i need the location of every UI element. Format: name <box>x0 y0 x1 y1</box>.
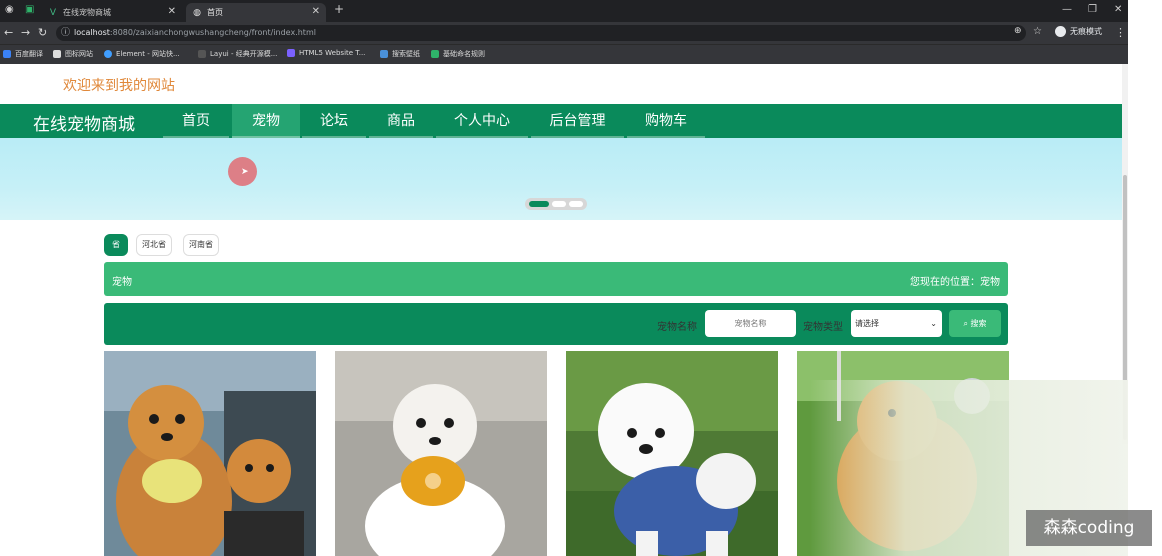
area-tab-province[interactable]: 省 <box>104 234 128 256</box>
close-icon[interactable]: ✕ <box>312 6 320 17</box>
brand-title: 在线宠物商城 <box>33 115 135 135</box>
nav-profile[interactable]: 个人中心 <box>436 104 528 138</box>
close-icon[interactable]: ✕ <box>168 6 176 17</box>
incognito-label: 无痕模式 <box>1070 27 1102 36</box>
address-bar-row: ← → ↻ ⓘ localhost:8080/zaixianchongwusha… <box>0 22 1162 44</box>
nav-label: 购物车 <box>645 113 687 129</box>
bookmark-label: 基础命名规则 <box>443 50 485 58</box>
current-location: 您现在的位置：宠物 <box>910 277 1000 288</box>
pet-card[interactable] <box>335 351 547 556</box>
new-tab-button[interactable]: + <box>334 2 344 16</box>
pet-type-select[interactable]: 请选择 ⌄ <box>851 310 942 337</box>
nav-label: 商品 <box>387 113 415 129</box>
page-margin <box>1128 0 1162 556</box>
url-path: :8080/zaixianchongwushangcheng/front/ind… <box>109 28 316 37</box>
carousel-dot[interactable] <box>529 201 549 207</box>
main-nav: 在线宠物商城 首页 宠物 论坛 商品 个人中心 后台管理 购物车 <box>0 104 1122 138</box>
nav-label: 个人中心 <box>454 113 510 129</box>
back-icon[interactable]: ← <box>4 26 13 39</box>
url-field[interactable]: ⓘ localhost:8080/zaixianchongwushangchen… <box>56 25 1026 41</box>
area-tab-hebei[interactable]: 河北省 <box>136 234 172 256</box>
bookmark-item[interactable]: Layui - 经典开源模... <box>198 49 277 59</box>
search-button[interactable]: ⌕ 搜索 <box>949 310 1001 337</box>
bookmarks-bar: 百度翻译 图标网站 Element - 网站快... Layui - 经典开源模… <box>0 44 1162 64</box>
tab-label: 首页 <box>207 8 223 17</box>
tab-label: 在线宠物商城 <box>63 8 111 17</box>
bookmark-item[interactable]: 百度翻译 <box>3 49 43 59</box>
nav-label: 论坛 <box>320 113 348 129</box>
reload-icon[interactable]: ↻ <box>38 26 47 39</box>
bookmark-item[interactable]: 搜索壁纸 <box>380 49 420 59</box>
bookmark-star-icon[interactable]: ☆ <box>1033 26 1042 37</box>
zoom-icon[interactable]: ⊕ <box>1014 26 1022 36</box>
nav-label: 后台管理 <box>549 113 606 129</box>
bookmark-item[interactable]: HTML5 Website T... <box>287 49 365 57</box>
browser-tab-bar: ◉ ▣ V 在线宠物商城 ✕ ◍ 首页 ✕ + — ❐ ✕ <box>0 0 1162 22</box>
globe-icon: ◍ <box>193 7 201 18</box>
search-icon: ⌕ <box>963 319 968 328</box>
incognito-indicator[interactable]: 无痕模式 <box>1055 26 1102 37</box>
chevron-down-icon: ⌄ <box>930 319 937 328</box>
bookmark-label: 图标网站 <box>65 50 93 58</box>
cursor-icon: ➤ <box>241 167 249 177</box>
site-info-icon[interactable]: ⓘ <box>61 25 70 41</box>
incognito-icon <box>1055 26 1066 37</box>
bookmark-label: Layui - 经典开源模... <box>210 50 278 58</box>
saved-tab-icon[interactable]: ▣ <box>25 4 34 15</box>
area-tab-henan[interactable]: 河南省 <box>183 234 219 256</box>
nav-admin[interactable]: 后台管理 <box>531 104 624 138</box>
minimize-icon[interactable]: — <box>1062 4 1072 15</box>
bookmark-item[interactable]: 基础命名规则 <box>431 49 485 59</box>
pet-card[interactable] <box>566 351 778 556</box>
nav-home[interactable]: 首页 <box>163 104 229 138</box>
watermark: 森森coding <box>1026 510 1152 546</box>
nav-pets[interactable]: 宠物 <box>232 104 300 138</box>
select-value: 请选择 <box>855 319 879 328</box>
carousel-dot[interactable] <box>552 201 566 207</box>
pet-type-label: 宠物类型 <box>803 322 843 333</box>
html5-icon <box>287 49 295 57</box>
window-close-icon[interactable]: ✕ <box>1114 4 1122 15</box>
carousel-indicators <box>525 198 587 210</box>
section-title: 宠物 <box>112 277 132 288</box>
flag-icon <box>53 50 61 58</box>
restore-icon[interactable]: ❐ <box>1088 4 1097 15</box>
wallpaper-icon <box>380 50 388 58</box>
nav-cart[interactable]: 购物车 <box>627 104 705 138</box>
carousel-banner[interactable]: ➤ <box>0 138 1122 220</box>
bookmark-label: Element - 网站快... <box>116 50 180 58</box>
search-button-label: 搜索 <box>970 319 987 328</box>
bookmark-item[interactable]: Element - 网站快... <box>104 49 180 59</box>
url-host: localhost <box>74 28 110 37</box>
pet-image <box>104 351 316 556</box>
translate-icon <box>3 50 11 58</box>
more-menu-icon[interactable]: ⋮ <box>1115 26 1126 39</box>
nav-products[interactable]: 商品 <box>369 104 433 138</box>
nav-label: 宠物 <box>252 113 280 129</box>
nav-label: 首页 <box>182 113 210 129</box>
browser-menu-icon[interactable]: ◉ <box>5 4 14 15</box>
carousel-dot[interactable] <box>569 201 583 207</box>
forward-icon[interactable]: → <box>21 26 30 39</box>
pet-card[interactable] <box>104 351 316 556</box>
naming-icon <box>431 50 439 58</box>
tab-home[interactable]: ◍ 首页 ✕ <box>186 3 326 22</box>
bookmark-label: 搜索壁纸 <box>392 50 420 58</box>
nav-forum[interactable]: 论坛 <box>302 104 366 138</box>
pet-image <box>335 351 547 556</box>
bookmark-label: HTML5 Website T... <box>299 49 366 57</box>
tab-pet-mall[interactable]: V 在线宠物商城 ✕ <box>42 3 182 22</box>
bookmark-item[interactable]: 图标网站 <box>53 49 93 59</box>
element-icon <box>104 50 112 58</box>
pet-image <box>566 351 778 556</box>
pet-name-input[interactable] <box>705 310 796 337</box>
pet-name-label: 宠物名称 <box>657 322 697 333</box>
search-bar: 宠物名称 宠物类型 请选择 ⌄ ⌕ 搜索 <box>104 303 1008 345</box>
vue-icon: V <box>49 7 57 18</box>
layui-icon <box>198 50 206 58</box>
breadcrumb: 宠物 您现在的位置：宠物 <box>104 262 1008 296</box>
welcome-text: 欢迎来到我的网站 <box>63 78 175 94</box>
bookmark-label: 百度翻译 <box>15 50 43 58</box>
